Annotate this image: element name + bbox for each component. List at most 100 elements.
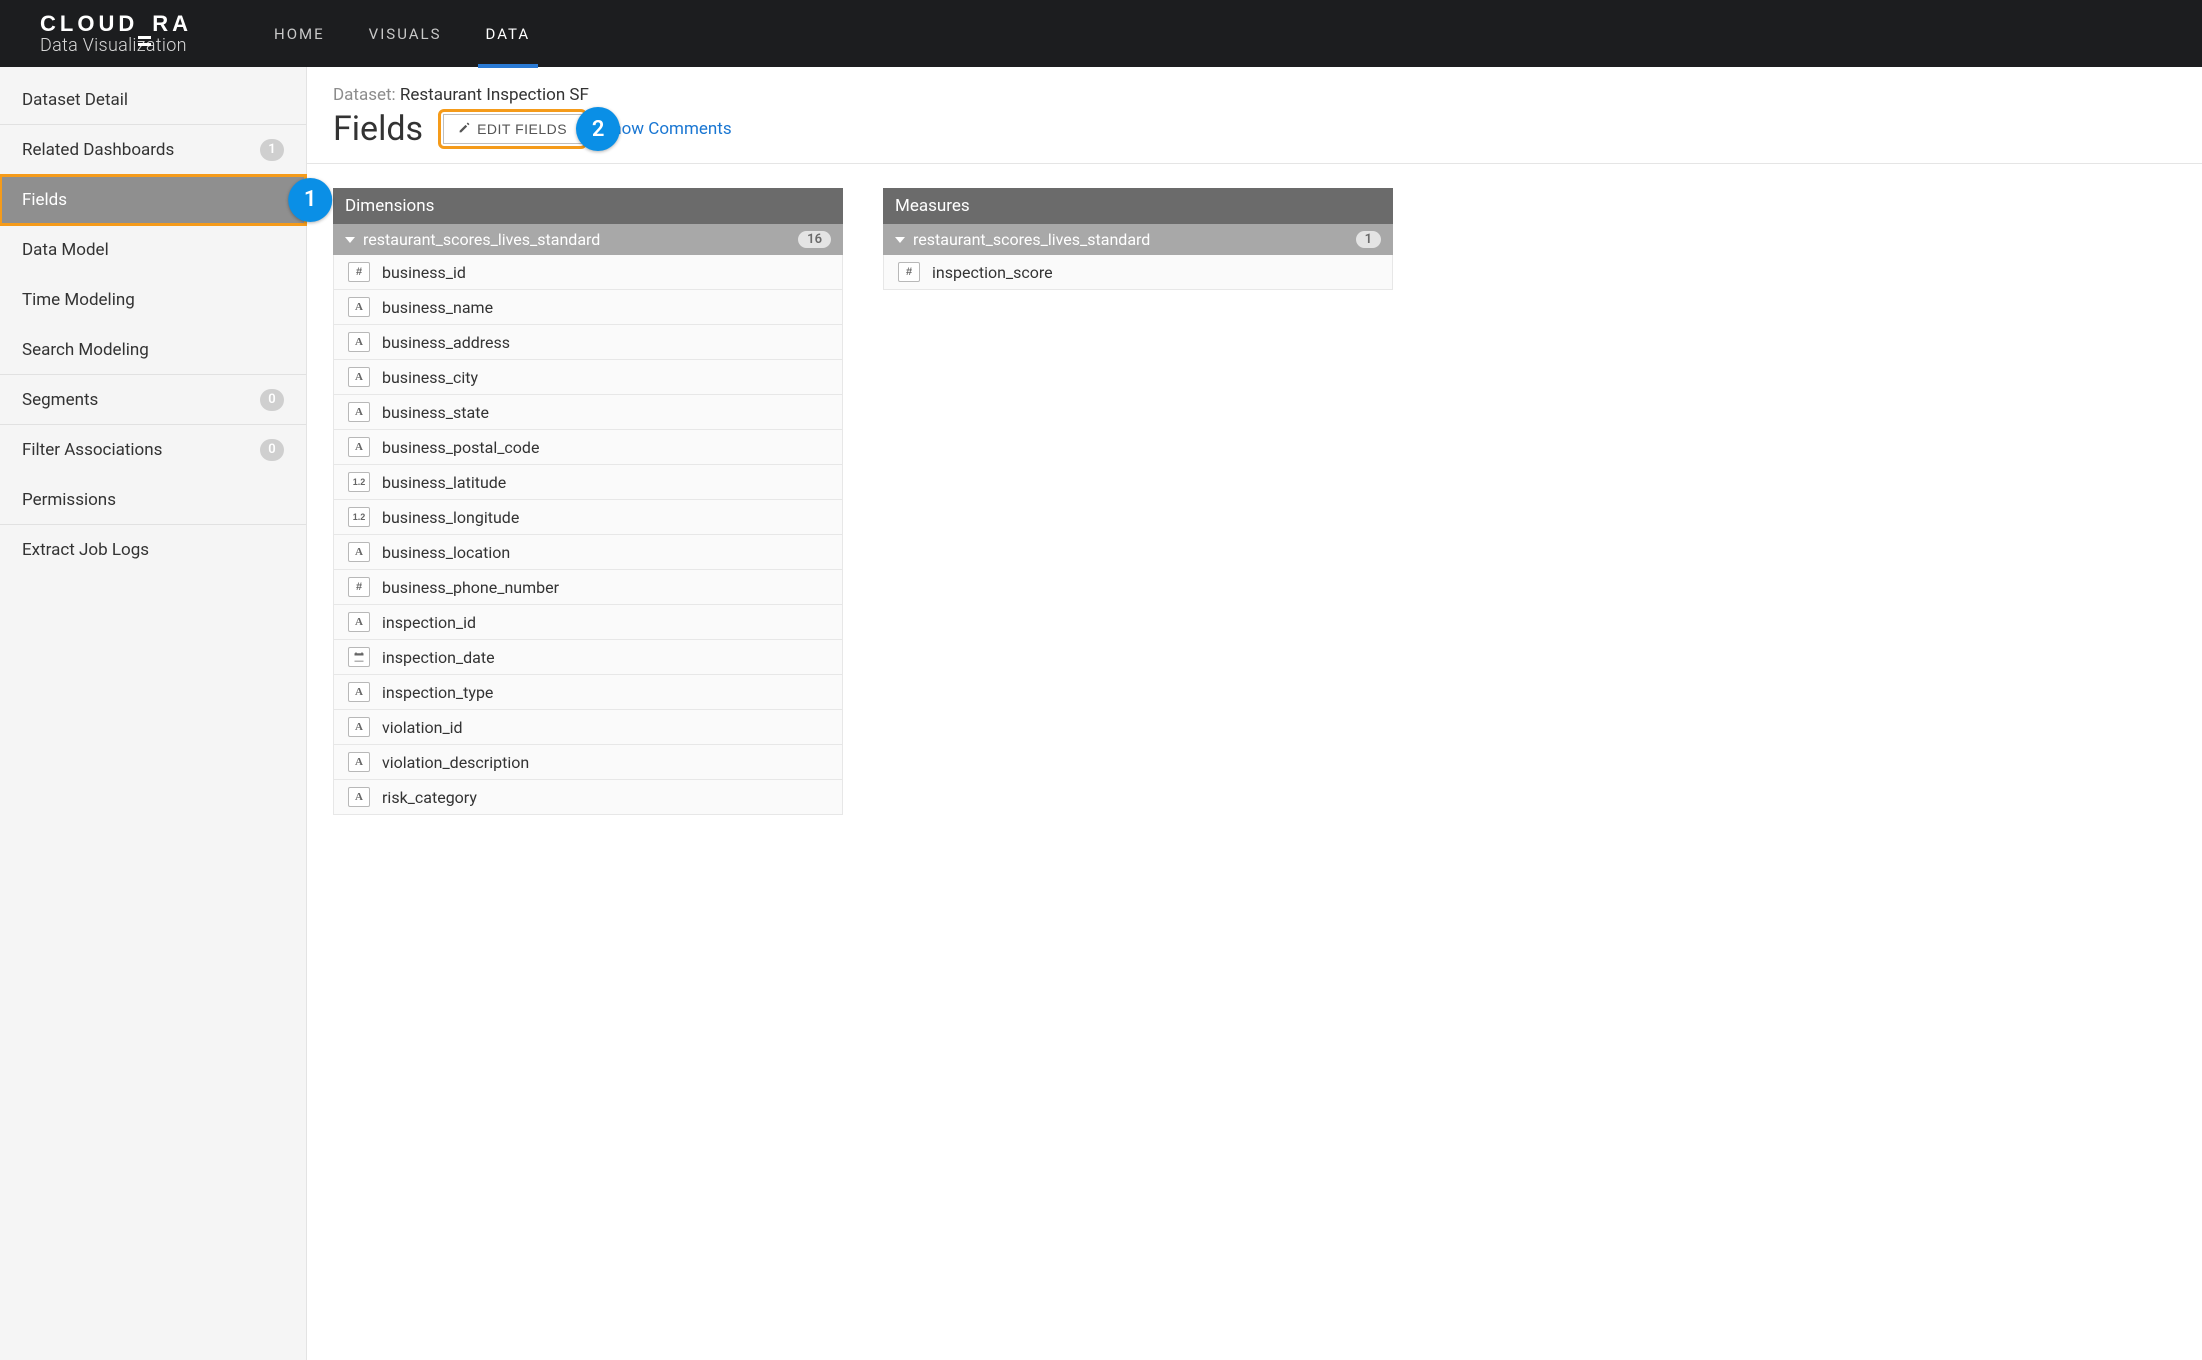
sidebar-item-label: Extract Job Logs <box>22 540 149 560</box>
text-icon: A <box>348 437 370 457</box>
field-row[interactable]: inspection_date <box>333 640 843 675</box>
field-name: business_city <box>382 368 478 387</box>
text-icon: A <box>348 542 370 562</box>
text-icon: A <box>348 787 370 807</box>
nav-home[interactable]: HOME <box>252 0 347 67</box>
sidebar-item-label: Search Modeling <box>22 340 149 360</box>
field-row[interactable]: Abusiness_state <box>333 395 843 430</box>
count-badge: 16 <box>798 231 831 248</box>
panels: Dimensions restaurant_scores_lives_stand… <box>333 188 2176 815</box>
text-icon: A <box>348 297 370 317</box>
sidebar-item-dataset-detail[interactable]: Dataset Detail <box>0 75 306 125</box>
measures-header: Measures <box>883 188 1393 224</box>
text-icon: A <box>348 752 370 772</box>
text-icon: A <box>348 612 370 632</box>
field-row[interactable]: Abusiness_postal_code <box>333 430 843 465</box>
field-row[interactable]: Abusiness_location <box>333 535 843 570</box>
text-icon: A <box>348 367 370 387</box>
sidebar-item-label: Time Modeling <box>22 290 135 310</box>
dimensions-panel: Dimensions restaurant_scores_lives_stand… <box>333 188 843 815</box>
top-nav: CLOUDRA Data Visualization HOME VISUALS … <box>0 0 2202 67</box>
sidebar-item-label: Fields <box>22 190 67 210</box>
field-row[interactable]: Aviolation_description <box>333 745 843 780</box>
dataset-name: Restaurant Inspection SF <box>400 85 589 105</box>
field-row[interactable]: Abusiness_city <box>333 360 843 395</box>
sidebar-item-filter-associations[interactable]: Filter Associations 0 <box>0 425 306 475</box>
brand-subtitle: Data Visualization <box>40 36 192 56</box>
field-name: business_location <box>382 543 510 562</box>
field-name: business_state <box>382 403 489 422</box>
hash-icon: # <box>348 262 370 282</box>
count-badge: 0 <box>260 389 284 411</box>
field-name: violation_id <box>382 718 463 737</box>
field-row[interactable]: #business_phone_number <box>333 570 843 605</box>
field-name: inspection_id <box>382 613 476 632</box>
field-row[interactable]: 1.2 business_longitude <box>333 500 843 535</box>
field-name: inspection_score <box>932 263 1053 282</box>
sidebar-item-fields[interactable]: Fields 1 <box>0 175 306 225</box>
sidebar-item-label: Related Dashboards <box>22 140 174 160</box>
field-name: risk_category <box>382 788 477 807</box>
field-name: business_phone_number <box>382 578 559 597</box>
field-row[interactable]: Abusiness_address <box>333 325 843 360</box>
header-row: Fields EDIT FIELDS 2 Show Comments <box>333 109 2176 149</box>
sidebar-item-label: Segments <box>22 390 98 410</box>
nav-visuals[interactable]: VISUALS <box>347 0 464 67</box>
group-name: restaurant_scores_lives_standard <box>913 230 1150 249</box>
field-name: business_id <box>382 263 466 282</box>
dimensions-field-list: #business_idAbusiness_nameAbusiness_addr… <box>333 255 843 815</box>
field-row[interactable]: Ainspection_id <box>333 605 843 640</box>
sidebar-item-segments[interactable]: Segments 0 <box>0 375 306 425</box>
edit-fields-label: EDIT FIELDS <box>477 121 567 137</box>
page-title: Fields <box>333 109 423 149</box>
dataset-line: Dataset: Restaurant Inspection SF <box>333 85 2176 105</box>
main-content: Dataset: Restaurant Inspection SF Fields… <box>307 67 2202 1360</box>
field-row[interactable]: # business_id <box>333 255 843 290</box>
field-row[interactable]: 1.2business_latitude <box>333 465 843 500</box>
count-badge: 1 <box>1356 231 1381 248</box>
field-row[interactable]: Arisk_category <box>333 780 843 815</box>
measures-field-list: #inspection_score <box>883 255 1393 290</box>
dimensions-group-header[interactable]: restaurant_scores_lives_standard 16 <box>333 224 843 255</box>
field-name: business_postal_code <box>382 438 539 457</box>
edit-fields-highlight: EDIT FIELDS 2 <box>443 114 582 144</box>
callout-2: 2 <box>576 107 620 151</box>
text-icon: A <box>348 332 370 352</box>
sidebar-item-label: Permissions <box>22 490 116 510</box>
field-row[interactable]: Aviolation_id <box>333 710 843 745</box>
nav-links: HOME VISUALS DATA <box>252 0 552 67</box>
sidebar-item-label: Data Model <box>22 240 109 260</box>
sidebar: Dataset Detail Related Dashboards 1 Fiel… <box>0 67 307 1360</box>
sidebar-item-label: Filter Associations <box>22 440 162 460</box>
nav-data[interactable]: DATA <box>464 0 553 67</box>
decimal-icon: 1.2 <box>348 507 370 527</box>
field-name: business_longitude <box>382 508 519 527</box>
field-name: violation_description <box>382 753 529 772</box>
measures-group-header[interactable]: restaurant_scores_lives_standard 1 <box>883 224 1393 255</box>
edit-fields-button[interactable]: EDIT FIELDS <box>443 114 582 144</box>
sidebar-item-data-model[interactable]: Data Model <box>0 225 306 275</box>
calendar-icon <box>348 647 370 667</box>
field-name: inspection_date <box>382 648 495 667</box>
sidebar-item-search-modeling[interactable]: Search Modeling <box>0 325 306 375</box>
field-row[interactable]: Ainspection_type <box>333 675 843 710</box>
caret-down-icon <box>345 237 355 243</box>
sidebar-item-extract-job-logs[interactable]: Extract Job Logs <box>0 525 306 575</box>
group-name: restaurant_scores_lives_standard <box>363 230 600 249</box>
field-name: business_address <box>382 333 510 352</box>
sidebar-item-permissions[interactable]: Permissions <box>0 475 306 525</box>
dimensions-header: Dimensions <box>333 188 843 224</box>
show-comments-link[interactable]: Show Comments <box>602 119 731 139</box>
brand: CLOUDRA Data Visualization <box>40 12 252 56</box>
count-badge: 1 <box>260 139 284 161</box>
field-row[interactable]: Abusiness_name <box>333 290 843 325</box>
caret-down-icon <box>895 237 905 243</box>
sidebar-item-related-dashboards[interactable]: Related Dashboards 1 <box>0 125 306 175</box>
dataset-prefix: Dataset: <box>333 85 400 105</box>
field-name: business_name <box>382 298 493 317</box>
pencil-icon <box>458 121 471 137</box>
field-row[interactable]: #inspection_score <box>883 255 1393 290</box>
sidebar-item-time-modeling[interactable]: Time Modeling <box>0 275 306 325</box>
measures-panel: Measures restaurant_scores_lives_standar… <box>883 188 1393 290</box>
decimal-icon: 1.2 <box>348 472 370 492</box>
